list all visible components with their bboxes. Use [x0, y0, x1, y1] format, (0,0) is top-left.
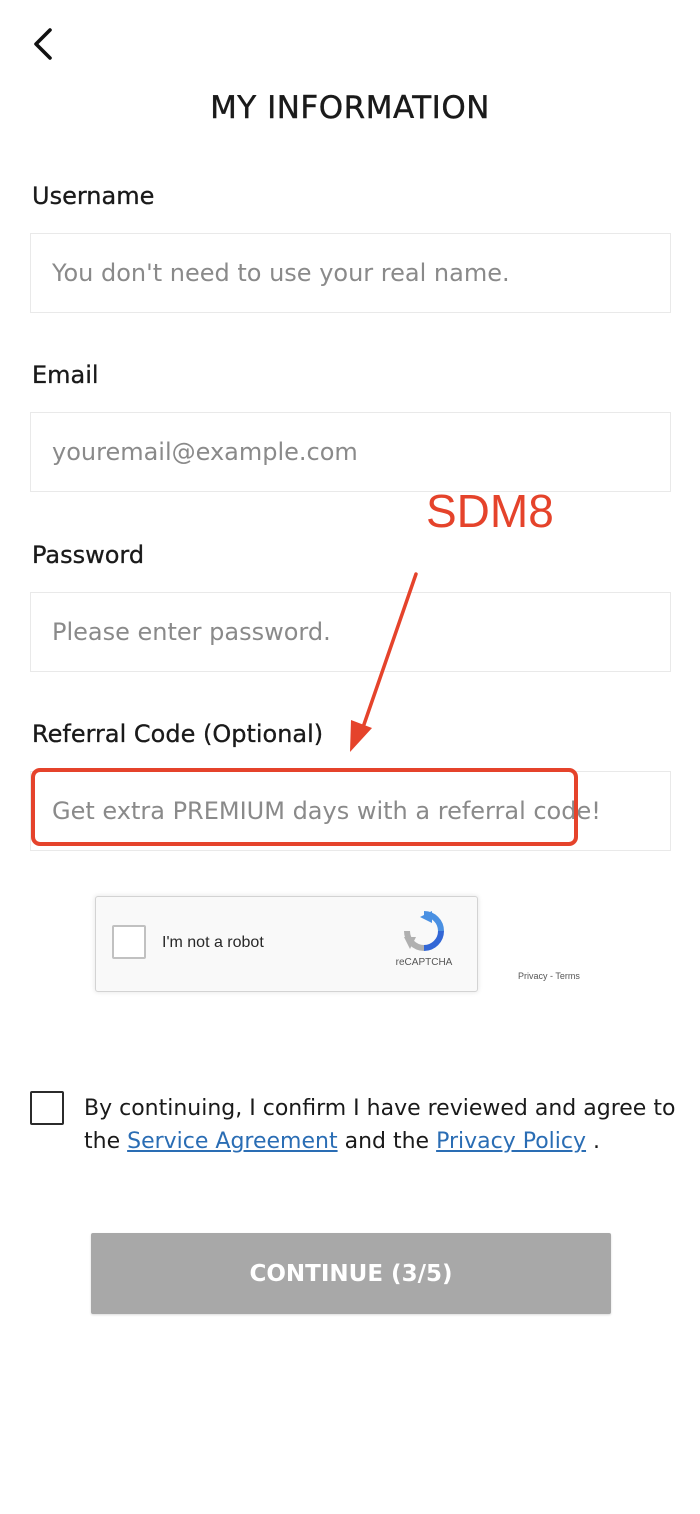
recaptcha-link-separator: -: [550, 971, 554, 981]
privacy-policy-link[interactable]: Privacy Policy: [436, 1129, 586, 1154]
continue-button[interactable]: CONTINUE (3/5): [91, 1233, 611, 1314]
recaptcha-logo-icon: [404, 911, 444, 951]
username-label: Username: [32, 182, 155, 210]
referral-code-input[interactable]: [30, 771, 671, 851]
password-label: Password: [32, 541, 145, 569]
agreement-text: By continuing, I confirm I have reviewed…: [84, 1092, 684, 1158]
page-title: MY INFORMATION: [210, 90, 490, 126]
email-input[interactable]: [30, 412, 671, 492]
annotation-arrow-icon: [350, 572, 418, 752]
recaptcha-label: I'm not a robot: [162, 934, 264, 951]
recaptcha-checkbox[interactable]: [112, 925, 146, 959]
annotation-text: SDM8: [426, 485, 554, 537]
recaptcha-terms-link[interactable]: Terms: [555, 971, 580, 981]
username-input[interactable]: [30, 233, 671, 313]
agreement-checkbox[interactable]: [30, 1091, 64, 1125]
email-label: Email: [32, 361, 99, 389]
recaptcha-widget: I'm not a robot reCAPTCHA: [95, 896, 478, 992]
recaptcha-privacy-link[interactable]: Privacy: [518, 971, 548, 981]
recaptcha-brand: reCAPTCHA: [395, 957, 453, 968]
referral-code-label: Referral Code (Optional): [32, 720, 324, 748]
agreement-text-middle: and the: [344, 1129, 430, 1154]
back-button[interactable]: [26, 26, 62, 62]
recaptcha-links: Privacy - Terms: [518, 971, 580, 981]
agreement-text-after: .: [593, 1129, 601, 1154]
chevron-left-icon: [34, 28, 52, 60]
service-agreement-link[interactable]: Service Agreement: [127, 1129, 337, 1154]
